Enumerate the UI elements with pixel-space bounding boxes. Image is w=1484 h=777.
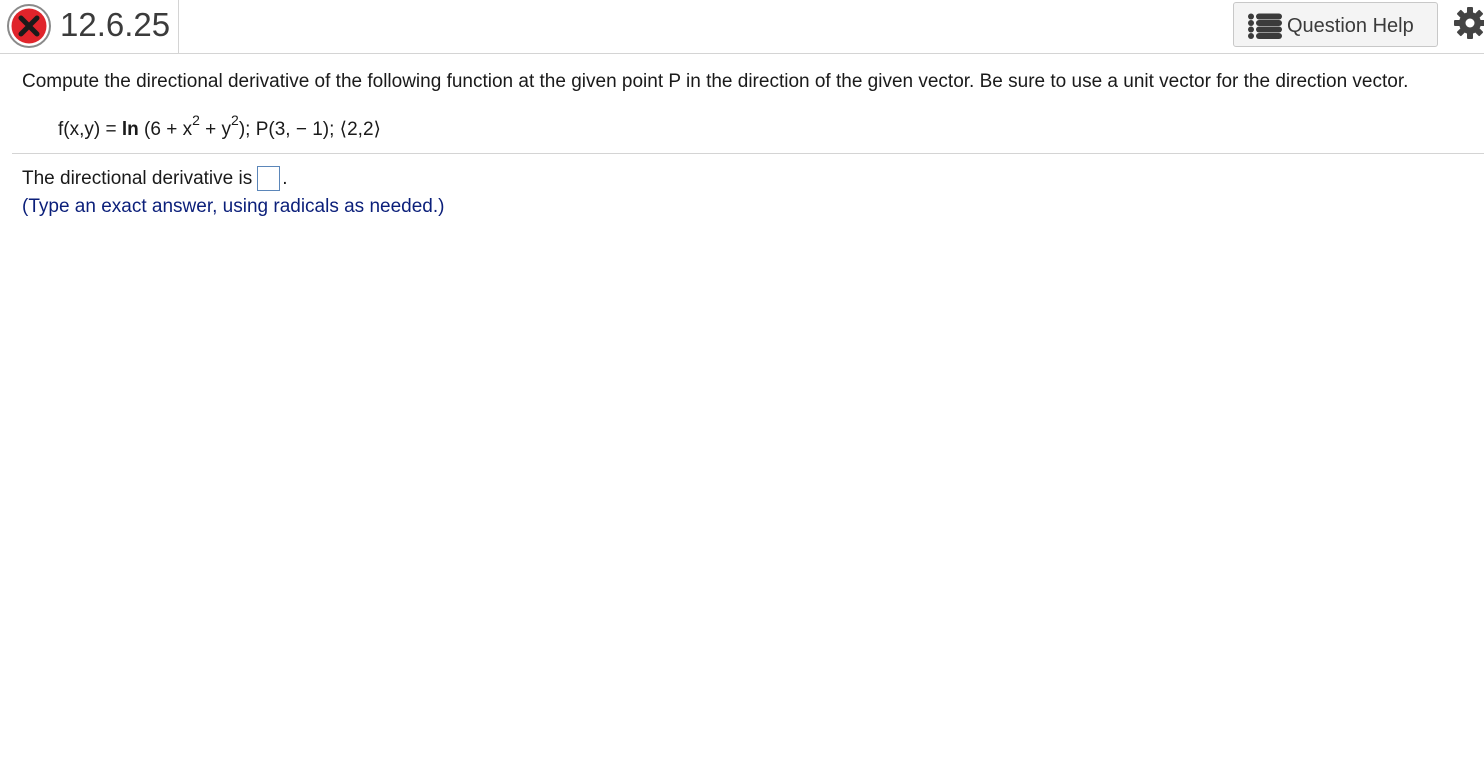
question-prompt: Compute the directional derivative of th… bbox=[22, 71, 1409, 92]
answer-hint: (Type an exact answer, using radicals as… bbox=[22, 196, 445, 217]
list-icon bbox=[1248, 13, 1282, 39]
section-divider bbox=[12, 153, 1484, 154]
formula-ln: ln bbox=[121, 119, 139, 140]
formula-part2: + y bbox=[199, 119, 232, 140]
answer-suffix: . bbox=[282, 168, 288, 189]
answer-input[interactable] bbox=[257, 166, 281, 192]
incorrect-x-icon bbox=[7, 4, 51, 48]
formula-part1: (6 + x bbox=[138, 119, 193, 140]
answer-label: The directional derivative is bbox=[22, 168, 253, 189]
formula-exponent-y: 2 bbox=[231, 111, 239, 128]
formula-part3: ); P(3, − 1); ⟨2,2⟩ bbox=[238, 119, 381, 140]
formula-exponent-x: 2 bbox=[192, 111, 200, 128]
gear-icon[interactable] bbox=[1453, 6, 1484, 40]
header-divider bbox=[178, 0, 179, 54]
answer-line: The directional derivative is. bbox=[22, 166, 288, 192]
formula-lhs: f(x,y) = bbox=[58, 119, 122, 140]
question-help-button[interactable]: Question Help bbox=[1233, 2, 1438, 47]
question-number: 12.6.25 bbox=[60, 6, 171, 43]
question-header: 12.6.25 Question Help bbox=[0, 0, 1484, 54]
function-formula: f(x,y) = ln (6 + x2 + y2); P(3, − 1); ⟨2… bbox=[58, 113, 381, 144]
question-help-label: Question Help bbox=[1287, 15, 1414, 37]
